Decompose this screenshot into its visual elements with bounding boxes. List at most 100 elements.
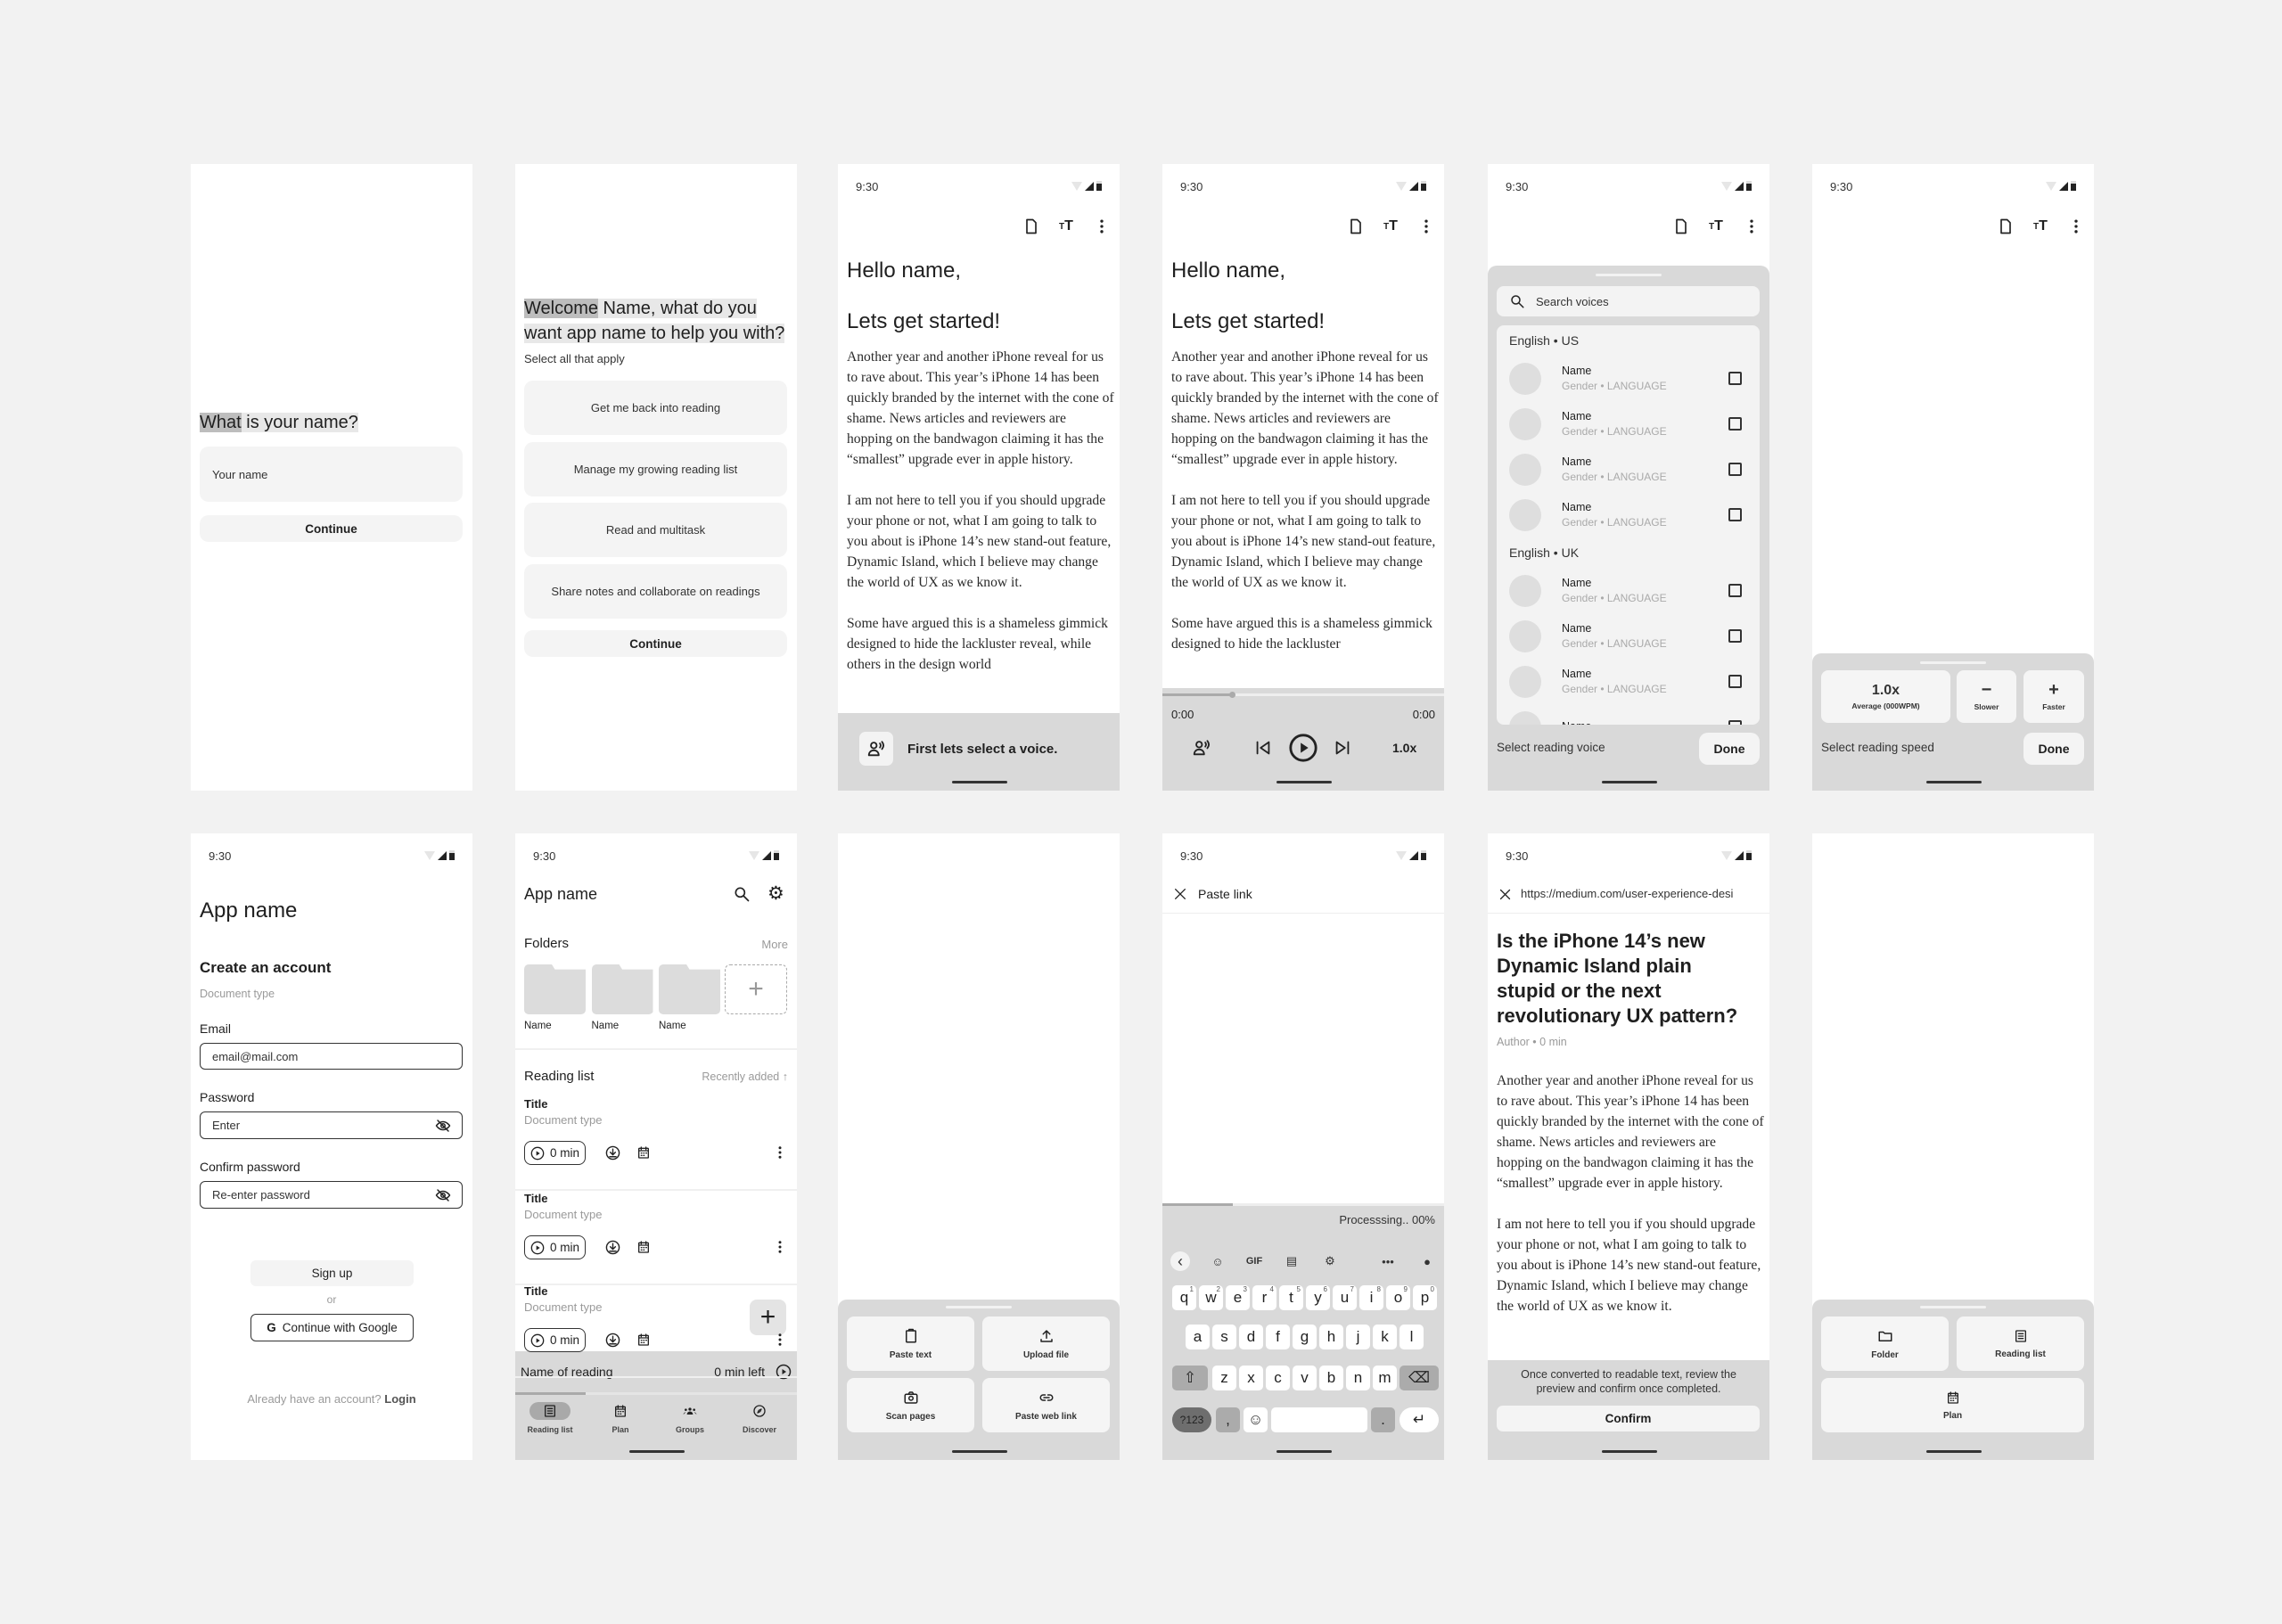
login-link[interactable]: Login [384, 1392, 415, 1406]
voice-row[interactable]: Name [1497, 704, 1760, 725]
voice-row[interactable]: Name Gender • LANGUAGE [1497, 568, 1760, 613]
option-paste-text[interactable]: Paste text [847, 1316, 974, 1371]
key-a[interactable]: a [1186, 1325, 1210, 1349]
sticker-icon[interactable]: ☺ [1208, 1251, 1227, 1271]
key-e[interactable]: e3 [1226, 1285, 1250, 1310]
voice-checkbox[interactable] [1728, 463, 1742, 476]
close-icon[interactable] [1498, 888, 1512, 901]
voice-row[interactable]: Name Gender • LANGUAGE [1497, 613, 1760, 659]
more-link[interactable]: More [761, 938, 788, 951]
key-q[interactable]: q1 [1172, 1285, 1196, 1310]
option-scan-pages[interactable]: Scan pages [847, 1378, 974, 1432]
document-icon[interactable] [1345, 216, 1367, 237]
play-duration-button[interactable]: 0 min [524, 1235, 587, 1259]
period-key[interactable]: . [1371, 1407, 1395, 1432]
slower-button[interactable]: − Slower [1957, 670, 2016, 723]
more-vertical-icon[interactable] [1091, 216, 1112, 237]
chevron-left-icon[interactable]: ‹ [1170, 1251, 1190, 1271]
more-vertical-icon[interactable] [2065, 216, 2087, 237]
confirm-button[interactable]: Confirm [1497, 1406, 1760, 1431]
eye-off-icon[interactable] [435, 1187, 451, 1203]
goal-option[interactable]: Read and multitask [524, 503, 787, 558]
key-h[interactable]: h [1319, 1325, 1343, 1349]
voice-checkbox[interactable] [1728, 629, 1742, 643]
goal-option[interactable]: Get me back into reading [524, 381, 787, 435]
email-field[interactable]: email@mail.com [200, 1043, 463, 1070]
goal-option[interactable]: Share notes and collaborate on readings [524, 564, 787, 619]
symbols-key[interactable]: ?123 [1172, 1407, 1211, 1432]
space-key[interactable] [1271, 1407, 1367, 1432]
nav-item-plan[interactable]: Plan [587, 1402, 654, 1447]
folder-thumbnail[interactable] [524, 964, 586, 1014]
seek-bar[interactable] [1162, 692, 1444, 698]
key-t[interactable]: t5 [1279, 1285, 1303, 1310]
continue-button[interactable]: Continue [524, 630, 787, 657]
voice-icon[interactable] [1192, 738, 1211, 758]
sheet-handle[interactable] [946, 1306, 1012, 1308]
play-duration-button[interactable]: 0 min [524, 1328, 587, 1352]
document-icon[interactable] [1670, 216, 1692, 237]
key-j[interactable]: j [1346, 1325, 1370, 1349]
voice-list[interactable]: English • US Name Gender • LANGUAGE Name Gen… [1497, 325, 1760, 725]
key-n[interactable]: n [1346, 1366, 1370, 1390]
key-u[interactable]: u7 [1333, 1285, 1357, 1310]
key-k[interactable]: k [1373, 1325, 1397, 1349]
sort-button[interactable]: Recently added ↑ [702, 1070, 788, 1083]
calendar-icon[interactable] [636, 1145, 651, 1160]
folder-thumbnail[interactable] [591, 964, 653, 1014]
text-size-icon[interactable]: TT [1055, 216, 1077, 237]
calendar-icon[interactable] [636, 1240, 651, 1254]
document-icon[interactable] [1021, 216, 1042, 237]
voice-checkbox[interactable] [1728, 508, 1742, 521]
more-horizontal-icon[interactable]: ••• [1378, 1251, 1398, 1271]
key-v[interactable]: v [1293, 1366, 1317, 1390]
done-button[interactable]: Done [1699, 733, 1760, 765]
voice-checkbox[interactable] [1728, 417, 1742, 431]
option-reading-list[interactable]: Reading list [1957, 1316, 2084, 1371]
text-size-icon[interactable]: TT [1705, 216, 1727, 237]
voice-row[interactable]: Name Gender • LANGUAGE [1497, 401, 1760, 447]
comma-key[interactable]: , [1216, 1407, 1240, 1432]
text-size-icon[interactable]: TT [1380, 216, 1401, 237]
sign-up-button[interactable]: Sign up [250, 1260, 414, 1286]
password-field[interactable]: Enter [200, 1111, 463, 1139]
play-duration-button[interactable]: 0 min [524, 1141, 587, 1165]
option-folder[interactable]: Folder [1821, 1316, 1949, 1371]
text-size-icon[interactable]: TT [2030, 216, 2051, 237]
more-vertical-icon[interactable] [772, 1144, 788, 1161]
search-voices-input[interactable]: Search voices [1497, 286, 1760, 316]
folder-thumbnail[interactable] [659, 964, 720, 1014]
url-field[interactable]: https://medium.com/user-experience-desi [1521, 887, 1763, 900]
sheet-handle[interactable] [1596, 274, 1662, 276]
calendar-icon[interactable] [636, 1333, 651, 1347]
confirm-password-field[interactable]: Re-enter password [200, 1181, 463, 1209]
key-p[interactable]: p0 [1413, 1285, 1437, 1310]
google-button[interactable]: G Continue with Google [250, 1314, 414, 1341]
enter-key[interactable]: ↵ [1400, 1407, 1439, 1432]
key-s[interactable]: s [1212, 1325, 1236, 1349]
gear-icon[interactable]: ⚙ [768, 882, 784, 905]
option-upload-file[interactable]: Upload file [982, 1316, 1110, 1371]
eye-off-icon[interactable] [435, 1118, 451, 1134]
reading-list-item[interactable]: Title Document type 0 min [515, 1192, 797, 1285]
nav-item-discover[interactable]: Discover [726, 1402, 793, 1447]
mic-icon[interactable]: ● [1417, 1251, 1437, 1271]
key-d[interactable]: d [1239, 1325, 1263, 1349]
key-r[interactable]: r4 [1252, 1285, 1276, 1310]
voice-row[interactable]: Name Gender • LANGUAGE [1497, 492, 1760, 537]
search-icon[interactable] [733, 885, 751, 903]
sheet-handle[interactable] [1920, 1306, 1986, 1308]
nav-item-groups[interactable]: Groups [656, 1402, 724, 1447]
voice-checkbox[interactable] [1728, 584, 1742, 597]
sheet-handle[interactable] [1920, 661, 1986, 664]
backspace-key[interactable]: ⌫ [1400, 1366, 1439, 1390]
gif-button[interactable]: GIF [1244, 1251, 1264, 1271]
settings-icon[interactable]: ⚙ [1320, 1251, 1340, 1271]
skip-previous-icon[interactable] [1253, 738, 1273, 758]
voice-row[interactable]: Name Gender • LANGUAGE [1497, 659, 1760, 704]
close-icon[interactable] [1173, 887, 1187, 901]
faster-button[interactable]: + Faster [2023, 670, 2084, 723]
voice-icon[interactable] [859, 732, 893, 766]
play-icon[interactable] [1288, 733, 1318, 763]
name-input[interactable]: Your name [200, 447, 463, 502]
